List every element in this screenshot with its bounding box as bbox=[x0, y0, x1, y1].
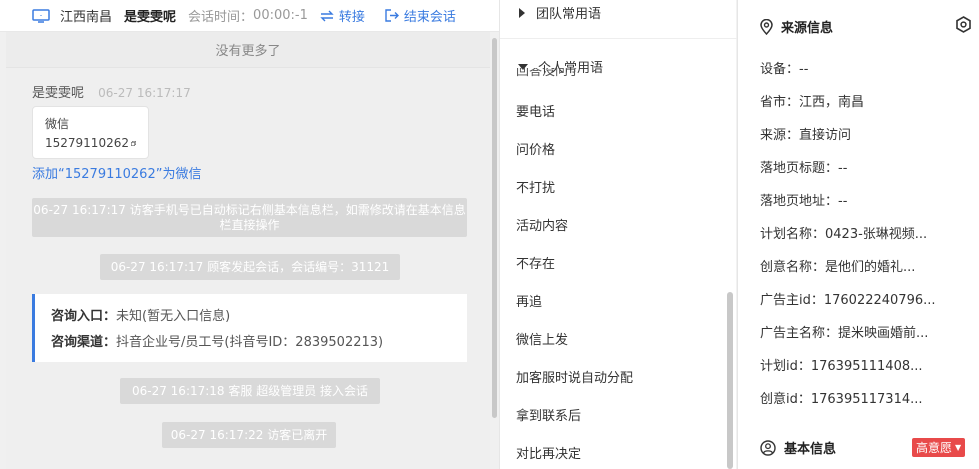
team-phrases-group[interactable]: 团队常用语 bbox=[518, 3, 601, 22]
consult-entry-label: 咨询入口： bbox=[51, 309, 117, 324]
info-field-advertiser-name: 广告主名称：提米映画婚前... bbox=[760, 326, 929, 341]
consult-info-box: 咨询入口：未知(暂无入口信息) 咨询渠道：抖音企业号/员工号(抖音号ID：283… bbox=[32, 294, 467, 362]
add-wechat-link[interactable]: 添加“15279110262”为微信 bbox=[32, 163, 201, 182]
team-phrases-label: 团队常用语 bbox=[536, 7, 602, 22]
system-message-session-start: 06-27 16:17:17 顾客发起会话，会话编号：31121 bbox=[100, 254, 400, 280]
wechat-card-title: 微信 bbox=[45, 117, 70, 131]
gear-icon[interactable] bbox=[955, 16, 972, 33]
monitor-icon bbox=[32, 8, 50, 23]
info-field-source: 来源：直接访问 bbox=[760, 128, 852, 143]
message-sender: 是雯雯呢 06-27 16:17:17 bbox=[32, 82, 191, 101]
exit-icon bbox=[385, 9, 399, 22]
sender-name: 是雯雯呢 bbox=[32, 86, 85, 101]
sender-time: 06-27 16:17:17 bbox=[98, 86, 191, 100]
phrase-item[interactable]: 不打扰 bbox=[516, 177, 555, 196]
transfer-label: 转接 bbox=[338, 10, 365, 25]
consult-entry-value: 未知(暂无入口信息) bbox=[116, 309, 231, 324]
end-session-button[interactable]: 结束会话 bbox=[385, 6, 456, 25]
location-pin-icon bbox=[760, 18, 773, 35]
intent-level-label: 高意愿 bbox=[916, 441, 953, 455]
consult-channel-row: 咨询渠道：抖音企业号/员工号(抖音号ID：2839502213) bbox=[51, 330, 451, 356]
chat-scrollbar[interactable] bbox=[492, 38, 497, 418]
wechat-card: 微信 15279110262 bbox=[32, 106, 149, 159]
visitor-nickname: 是雯雯呢 bbox=[124, 10, 177, 25]
consult-channel-label: 咨询渠道： bbox=[51, 335, 117, 350]
info-field-plan-id: 计划id：176395111408... bbox=[760, 359, 923, 374]
phrases-panel: 团队常用语 个人常用语 回答没问了 要电话 问价格 不打扰 活动内容 不存在 再… bbox=[499, 0, 737, 469]
system-message-auto-mark: 06-27 16:17:17 访客手机号已自动标记右侧基本信息栏，如需修改请在基… bbox=[32, 198, 467, 237]
group-divider bbox=[500, 38, 737, 39]
end-session-label: 结束会话 bbox=[403, 10, 456, 25]
chat-panel: 江西南昌 是雯雯呢 会话时间： 00:00:-1 转接 结束会话 没有更多了 是… bbox=[0, 0, 499, 469]
system-message-agent-join: 06-27 16:17:18 客服 超级管理员 接入会话 bbox=[120, 378, 380, 404]
phrase-item[interactable]: 不存在 bbox=[516, 253, 555, 272]
info-field-landing-url: 落地页地址：-- bbox=[760, 194, 848, 209]
info-field-creative-id: 创意id：176395117314... bbox=[760, 392, 923, 407]
source-info-title: 来源信息 bbox=[760, 17, 833, 36]
user-circle-icon bbox=[760, 439, 776, 456]
transfer-icon bbox=[320, 10, 334, 21]
phrase-item[interactable]: 加客服时说自动分配 bbox=[516, 367, 633, 386]
message-list: 没有更多了 是雯雯呢 06-27 16:17:17 微信 15279110262… bbox=[6, 32, 490, 469]
info-field-province: 省市：江西，南昌 bbox=[760, 95, 865, 110]
chat-header: 江西南昌 是雯雯呢 会话时间： 00:00:-1 转接 结束会话 bbox=[0, 0, 499, 32]
visitor-location: 江西南昌 bbox=[60, 10, 113, 25]
session-time-label: 会话时间： bbox=[188, 10, 254, 25]
phrase-item[interactable]: 要电话 bbox=[516, 101, 555, 120]
info-field-plan-name: 计划名称：0423-张琳视频... bbox=[760, 227, 928, 242]
phrase-item[interactable]: 再追 bbox=[516, 291, 542, 310]
basic-info-title: 基本信息 bbox=[760, 438, 836, 457]
wechat-card-number-row: 15279110262 bbox=[45, 136, 136, 150]
copy-icon[interactable] bbox=[131, 138, 136, 149]
info-field-device: 设备：-- bbox=[760, 62, 809, 77]
system-message-visitor-left: 06-27 16:17:22 访客已离开 bbox=[162, 422, 336, 448]
consult-entry-row: 咨询入口：未知(暂无入口信息) bbox=[51, 304, 451, 330]
wechat-card-number: 15279110262 bbox=[45, 136, 129, 150]
consult-channel-value: 抖音企业号/员工号(抖音号ID：2839502213) bbox=[116, 335, 384, 350]
info-field-creative-name: 创意名称：是他们的婚礼... bbox=[760, 260, 916, 275]
no-more-notice: 没有更多了 bbox=[6, 32, 490, 68]
phrase-item[interactable]: 活动内容 bbox=[516, 215, 568, 234]
info-field-landing-title: 落地页标题：-- bbox=[760, 161, 848, 176]
session-time-value: 00:00:-1 bbox=[253, 8, 308, 23]
phrase-item[interactable]: 对比再决定 bbox=[516, 443, 581, 462]
intent-level-dropdown[interactable]: 高意愿 ▼ bbox=[912, 438, 966, 457]
phrase-item[interactable]: 微信上发 bbox=[516, 329, 568, 348]
phrases-scrollbar[interactable] bbox=[727, 292, 733, 469]
phrase-item[interactable]: 问价格 bbox=[516, 139, 555, 158]
caret-right-icon bbox=[519, 7, 525, 18]
info-field-advertiser-id: 广告主id：176022240796... bbox=[760, 293, 936, 308]
visitor-info-panel: 来源信息 设备：-- 省市：江西，南昌 来源：直接访问 落地页标题：-- 落地页… bbox=[737, 0, 979, 469]
caret-down-icon: ▼ bbox=[955, 443, 962, 452]
transfer-button[interactable]: 转接 bbox=[320, 6, 365, 25]
phrase-item-partial[interactable]: 回答没问了 bbox=[516, 68, 616, 80]
phrase-item[interactable]: 拿到联系后 bbox=[516, 405, 581, 424]
